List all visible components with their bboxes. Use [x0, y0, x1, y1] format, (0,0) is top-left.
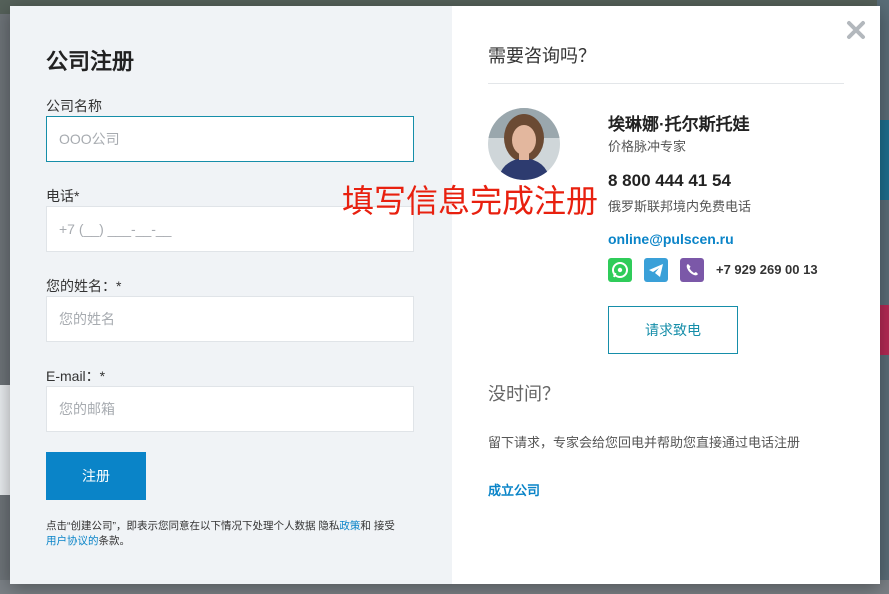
expert-role: 价格脉冲专家: [608, 139, 687, 154]
whatsapp-icon[interactable]: [608, 258, 632, 282]
consultation-email-link[interactable]: online@pulscen.ru: [608, 231, 734, 247]
hotline-phone[interactable]: 8 800 444 41 54: [608, 171, 731, 191]
hotline-note: 俄罗斯联邦境内免费电话: [608, 199, 752, 214]
register-button[interactable]: 注册: [46, 452, 146, 500]
full-name-label: 您的姓名：*: [46, 278, 122, 294]
legal-prefix-text: 点击“创建公司”，即表示您同意在以下情况下处理个人数据 隐私: [46, 520, 340, 532]
email-input[interactable]: [46, 386, 414, 432]
legal-notice: 点击“创建公司”，即表示您同意在以下情况下处理个人数据 隐私政策和 接受用户协议…: [46, 519, 426, 549]
consultation-heading: 需要咨询吗？: [488, 46, 596, 66]
overlay-caption: 填写信息完成注册: [342, 182, 599, 220]
phone-label: 电话*: [46, 188, 80, 204]
expert-avatar: [488, 108, 560, 180]
telegram-icon[interactable]: [644, 258, 668, 282]
consultation-panel: 需要咨询吗？ 埃琳娜·托尔斯托娃 价格脉冲专家 8 800 444 41 54 …: [452, 6, 880, 584]
messenger-phone[interactable]: +7 929 269 00 13: [716, 262, 818, 277]
registration-form-panel: 公司注册 公司名称 电话* 您的姓名：* E-mail：* 注册 点击“创建公司…: [10, 6, 452, 584]
request-callback-button[interactable]: 请求致电: [608, 306, 738, 354]
registration-modal: 公司注册 公司名称 电话* 您的姓名：* E-mail：* 注册 点击“创建公司…: [10, 6, 880, 584]
legal-middle-text: 和 接受: [360, 520, 395, 532]
expert-name: 埃琳娜·托尔斯托娃: [608, 115, 750, 134]
full-name-input[interactable]: [46, 296, 414, 342]
privacy-policy-link[interactable]: 政策: [339, 520, 360, 532]
no-time-heading: 没时间？: [488, 384, 560, 404]
no-time-description: 留下请求，专家会给您回电并帮助您直接通过电话注册: [488, 435, 801, 450]
form-title: 公司注册: [46, 49, 135, 74]
viber-icon[interactable]: [680, 258, 704, 282]
email-label: E-mail：*: [46, 368, 106, 384]
consultation-divider: [488, 83, 844, 84]
create-company-link[interactable]: 成立公司: [488, 480, 540, 499]
company-name-label: 公司名称: [46, 98, 102, 114]
user-agreement-link[interactable]: 用户协议的: [46, 535, 99, 547]
legal-suffix-text: 条款。: [98, 535, 131, 547]
close-icon[interactable]: [846, 20, 866, 40]
company-name-input[interactable]: [46, 116, 414, 162]
expert-photo: [488, 108, 560, 180]
